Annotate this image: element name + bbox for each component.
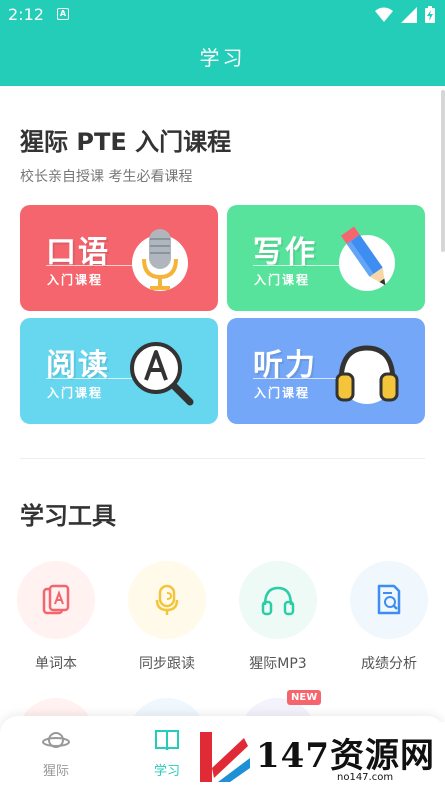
status-bar: 2:12 A (0, 0, 445, 30)
course-card-reading[interactable]: 阅读 入门课程 (20, 318, 218, 424)
new-badge: NEW (287, 690, 322, 705)
wifi-icon (375, 7, 393, 22)
card-subtitle: 入门课程 (254, 386, 311, 400)
watermark-url: no147.com (337, 772, 394, 783)
status-time: 2:12 (8, 5, 44, 24)
course-card-speaking[interactable]: 口语 入门课程 (20, 205, 218, 311)
book-icon (155, 730, 179, 751)
nav-item-study[interactable]: 学习 (137, 728, 197, 779)
card-subtitle: 入门课程 (254, 273, 311, 287)
scrollbar[interactable] (441, 90, 445, 252)
pencil-icon (339, 226, 395, 291)
nav-label: 猩际 (42, 764, 69, 779)
course-card-writing[interactable]: 写作 入门课程 (227, 205, 425, 311)
nav-label: 学习 (153, 764, 180, 779)
tool-follow-read[interactable]: 同步跟读 (122, 561, 212, 673)
tool-score-analysis[interactable]: 成绩分析 (344, 561, 434, 673)
watermark-logo-icon (200, 732, 250, 782)
battery-icon (425, 6, 435, 23)
page-title: 学习 (199, 46, 246, 70)
headphones-icon (261, 586, 295, 616)
word-card-icon (42, 584, 70, 615)
card-subtitle: 入门课程 (47, 273, 104, 287)
watermark: 147资源网 no147.com (192, 722, 445, 791)
tool-label: 单词本 (35, 656, 77, 672)
status-icons (375, 6, 435, 23)
course-section-subtitle: 校长亲自授课 考生必看课程 (20, 169, 193, 185)
section-divider (20, 458, 425, 459)
magnifier-icon (130, 342, 194, 406)
tool-label: 同步跟读 (139, 656, 195, 672)
course-section-title: 猩际 PTE 入门课程 (20, 128, 232, 156)
planet-icon (42, 732, 70, 748)
tool-mp3[interactable]: 猩际MP3 (233, 561, 323, 673)
tool-icon-bg (17, 561, 95, 639)
nav-item-home[interactable]: 猩际 (26, 728, 86, 779)
tool-label: 猩际MP3 (249, 656, 307, 672)
tool-icon-bg (350, 561, 428, 639)
tool-label: 成绩分析 (361, 656, 417, 672)
tool-icon-bg (128, 561, 206, 639)
app-header: 学习 (0, 30, 445, 86)
watermark-text: 147资源网 (256, 736, 435, 776)
tool-word-book[interactable]: 单词本 (11, 561, 101, 673)
headphones-icon (335, 345, 399, 404)
notification-icon: A (57, 8, 69, 20)
microphone-icon (132, 229, 188, 291)
signal-icon (401, 6, 417, 23)
follow-read-icon (155, 584, 179, 615)
tools-section-title: 学习工具 (20, 502, 116, 530)
report-search-icon (377, 584, 401, 615)
course-card-listening[interactable]: 听力 入门课程 (227, 318, 425, 424)
card-subtitle: 入门课程 (47, 386, 104, 400)
tool-icon-bg (239, 561, 317, 639)
